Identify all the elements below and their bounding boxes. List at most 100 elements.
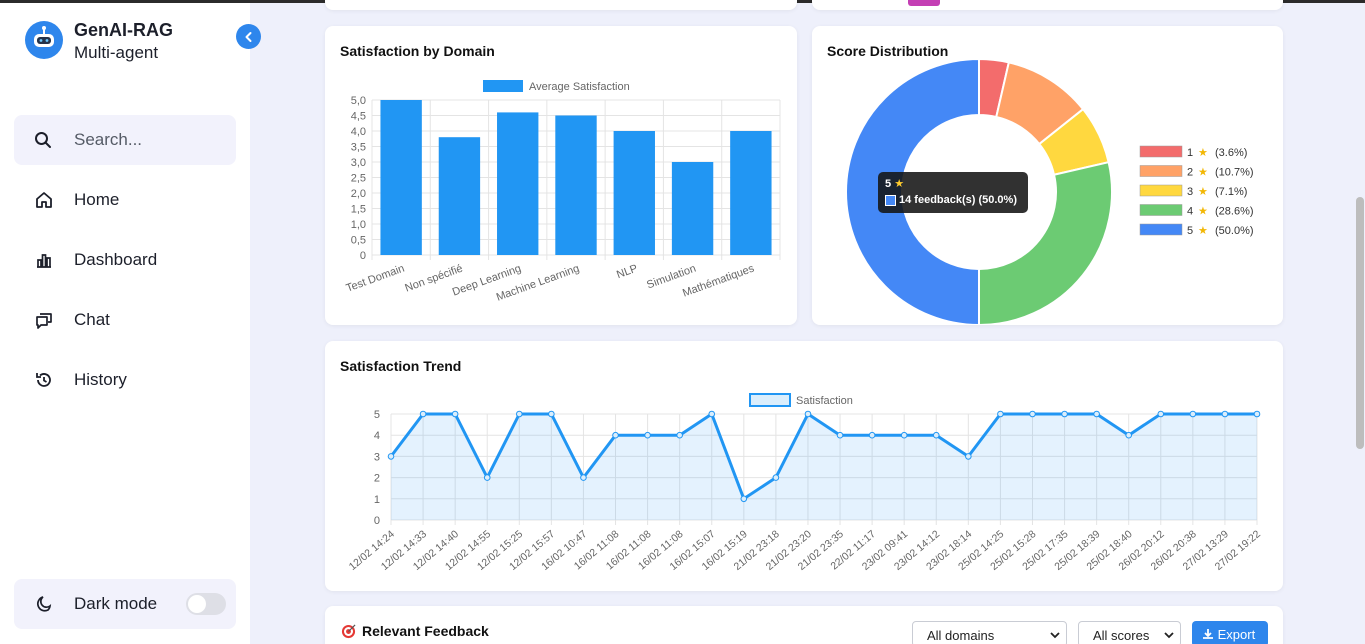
y-tick-label: 3 [374,451,380,463]
star-icon: ★ [1198,186,1208,198]
data-point [515,410,523,418]
x-tick-label: Test Domain [345,263,407,295]
data-point [451,410,459,418]
bar [613,131,655,255]
legend-swatch [1139,223,1183,236]
score-filter-select[interactable]: All scores [1078,621,1181,644]
tooltip-swatch [885,195,896,206]
y-tick-label: 0,5 [351,235,366,247]
star-icon: ★ [894,178,905,190]
sidebar-item-chat[interactable]: Chat [34,305,234,335]
data-point [804,410,812,418]
dark-mode-row: Dark mode [14,579,236,629]
trend-area [391,414,1257,520]
satisfaction-trend-chart: Satisfaction01234512/02 14:2412/02 14:33… [347,393,1263,573]
dark-mode-label: Dark mode [74,594,158,613]
data-point [580,474,587,481]
sidebar: GenAI-RAG Multi-agent Search... Home Das… [0,3,250,644]
history-icon [36,373,51,387]
domain-filter-select[interactable]: All domains [912,621,1067,644]
toggle-knob [188,595,206,613]
data-point [644,431,651,439]
export-button[interactable]: Export [1192,621,1268,644]
y-tick-label: 0 [360,250,366,262]
star-icon: ★ [1198,147,1208,159]
y-tick-label: 4 [374,430,380,442]
satisfaction-by-domain-card: Satisfaction by Domain Average Satisfact… [325,26,797,325]
y-tick-label: 5 [374,409,380,421]
y-tick-label: 3,0 [351,157,366,169]
page-scrollbar[interactable] [1356,197,1364,449]
score-distribution-card: Score Distribution 1 ★ (3.6%) 2 ★ (10.7%) 3 ★ (7… [812,26,1283,325]
sidebar-item-dashboard[interactable]: Dashboard [34,245,234,275]
legend-label: 2 [1187,167,1193,179]
sidebar-item-history[interactable]: History [34,365,234,395]
data-point [1221,410,1229,418]
y-tick-label: 1 [374,494,380,506]
satisfaction-trend-card: Satisfaction Trend Satisfaction 0 1 2 3 4 5 12/… [325,341,1283,591]
legend-swatch [483,80,523,92]
legend-label: Satisfaction [796,395,853,407]
data-point [1125,431,1133,439]
data-point [932,431,940,439]
bar-chart-icon [37,254,51,268]
legend-percent: (3.6%) [1215,147,1247,159]
search-box[interactable]: Search... [14,115,236,165]
collapse-sidebar-button[interactable] [236,24,261,49]
search-input[interactable]: Search... [74,130,142,150]
download-icon [1203,629,1213,639]
y-tick-label: 4,0 [351,126,366,138]
star-icon: ★ [1198,167,1208,179]
sidebar-item-home[interactable]: Home [34,185,234,215]
chevron-left-icon [245,31,251,42]
target-icon [341,624,356,638]
bar [380,100,422,255]
y-tick-label: 4,5 [351,111,366,123]
dark-mode-toggle[interactable] [186,593,226,615]
sidebar-item-label: Home [74,190,120,209]
score-filter-value: All scores [1093,628,1150,643]
y-tick-label: 1,0 [351,219,366,231]
bar [730,131,772,255]
chevron-down-icon [1164,632,1174,639]
y-tick-label: 2 [374,473,380,485]
data-point [1061,410,1068,418]
data-point [483,474,491,481]
bar [497,112,539,256]
legend-swatch [1139,184,1183,197]
data-point [419,410,427,418]
search-icon [35,132,51,148]
y-tick-label: 2,0 [351,188,366,200]
star-icon: ★ [1198,225,1208,237]
data-point [868,431,876,439]
data-point [612,431,619,439]
data-point [1189,410,1197,418]
home-icon [36,192,52,208]
data-point [965,453,972,460]
data-point [548,410,555,418]
data-point [387,453,395,460]
top-card-right [812,0,1283,10]
tooltip-body: 14 feedback(s) (50.0%) [899,194,1017,206]
data-point [997,410,1004,418]
legend-swatch [749,393,791,407]
robot-logo-icon [25,21,63,59]
accent-marker [908,0,940,6]
data-point [1157,410,1165,418]
data-point [772,474,780,481]
data-point [740,495,748,503]
chart-tooltip: 5 ★ 14 feedback(s) (50.0%) [878,172,1028,213]
sidebar-item-label: Chat [74,310,110,329]
y-tick-label: 5,0 [351,95,366,107]
legend-percent: (28.6%) [1215,206,1254,218]
chevron-down-icon [1050,632,1060,639]
satisfaction-bar-chart: Average Satisfaction 0 0,5 1,0 1,5 2,0 2,5 3,0 3… [345,80,781,304]
star-icon: ★ [1198,206,1208,218]
top-card-left [325,0,797,10]
legend-label: 1 [1187,147,1193,159]
legend-label: 4 [1187,206,1193,218]
legend-percent: (10.7%) [1215,167,1254,179]
data-point [1029,410,1036,418]
brand-subtitle: Multi-agent [74,43,159,62]
legend-swatch [1139,165,1183,177]
